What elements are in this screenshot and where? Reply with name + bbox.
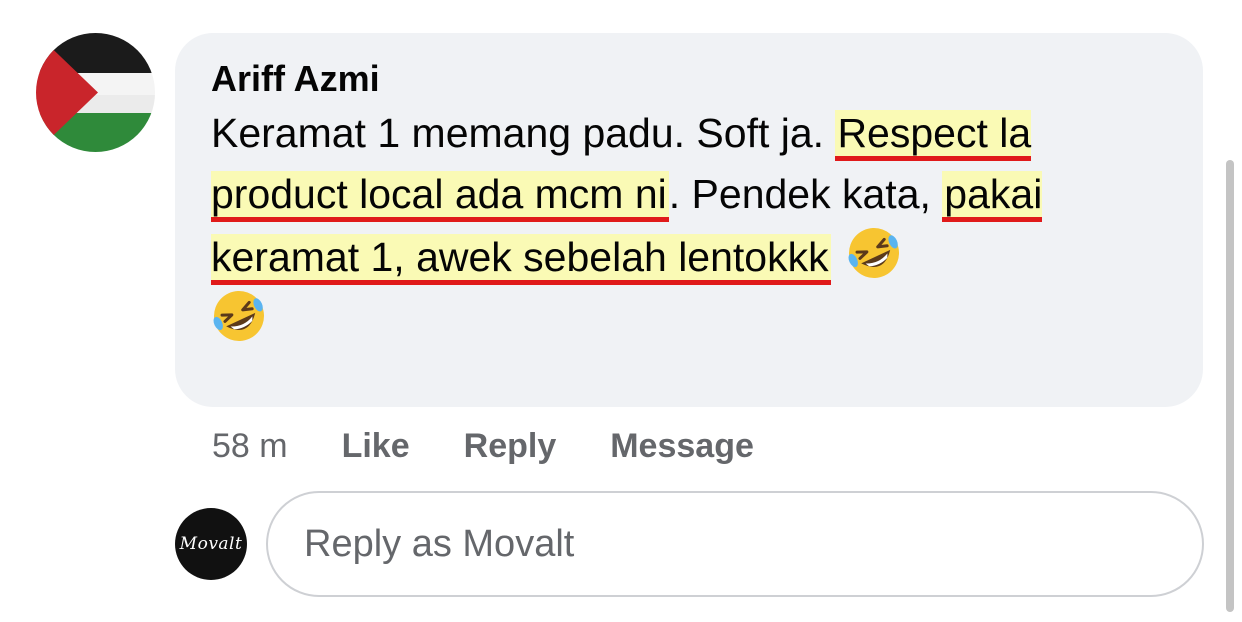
like-button[interactable]: Like — [342, 427, 410, 466]
rolling-laughing-emoji-icon — [848, 228, 900, 278]
comment-thread: Ariff Azmi Keramat 1 memang padu. Soft j… — [0, 0, 1242, 622]
comment-actions: 58 m Like Reply Message — [212, 424, 808, 468]
message-button[interactable]: Message — [610, 427, 754, 466]
scrollbar[interactable] — [1226, 160, 1234, 612]
comment-bubble: Ariff Azmi Keramat 1 memang padu. Soft j… — [175, 33, 1203, 407]
reply-button[interactable]: Reply — [464, 427, 557, 466]
reply-input-container[interactable] — [266, 491, 1204, 597]
comment-timestamp: 58 m — [212, 426, 288, 465]
palestine-flag-icon — [36, 33, 155, 152]
commenter-avatar[interactable] — [36, 33, 155, 152]
comment-text-segment: . Pendek kata, — [668, 171, 943, 217]
rolling-laughing-emoji-icon — [213, 291, 264, 341]
comment-author[interactable]: Ariff Azmi — [211, 59, 1171, 99]
comment-text-segment: Keramat 1 memang padu. Soft ja. — [211, 110, 836, 156]
current-user-avatar[interactable]: Movalt — [175, 508, 247, 580]
reply-input[interactable] — [302, 521, 1166, 567]
avatar-logo-text: Movalt — [179, 534, 243, 554]
comment-text: Keramat 1 memang padu. Soft ja. Respect … — [211, 103, 1171, 351]
